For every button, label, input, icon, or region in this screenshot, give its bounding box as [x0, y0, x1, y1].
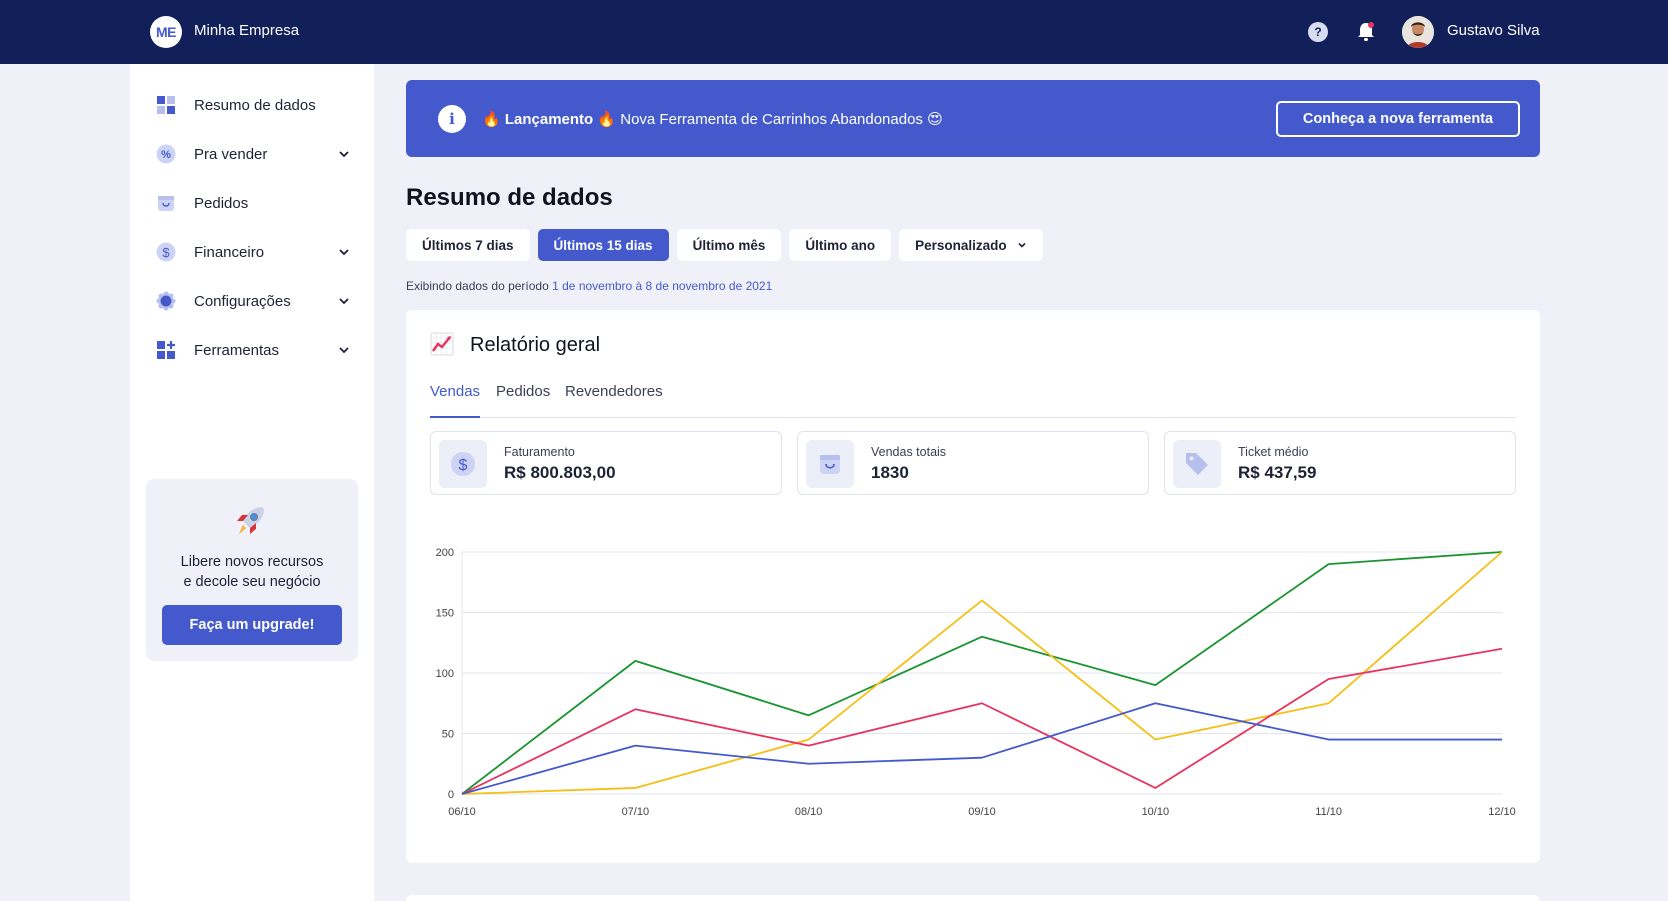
chevron-down-icon[interactable]	[338, 148, 350, 160]
upgrade-text: Libere novos recursos e decole seu negóc…	[156, 552, 348, 592]
top-bar: ME Minha Empresa ? Gustavo Silva	[0, 0, 1668, 64]
sidebar-item-pedidos[interactable]: Pedidos	[156, 189, 350, 217]
svg-text:$: $	[459, 457, 468, 474]
tab-pedidos[interactable]: Pedidos	[496, 383, 550, 400]
stat-label: Vendas totais	[871, 445, 947, 459]
period-15-days[interactable]: Últimos 15 dias	[537, 229, 669, 261]
avatar[interactable]	[1402, 16, 1434, 48]
stat-faturamento: $ Faturamento R$ 800.803,00	[430, 431, 782, 495]
sidebar-item-label: Configurações	[194, 292, 291, 310]
info-icon: i	[438, 105, 466, 133]
bell-icon[interactable]	[1356, 21, 1376, 43]
sidebar-item-label: Financeiro	[194, 243, 265, 261]
sales-line-chart: 0 50 100 150 200 06/10 07/10 08/10 09/10 10/10 11/…	[436, 547, 1516, 818]
sidebar-item-label: Resumo de dados	[194, 96, 316, 114]
period-last-year[interactable]: Último ano	[789, 229, 892, 261]
stat-label: Faturamento	[504, 445, 575, 459]
upgrade-line-1: Libere novos recursos	[180, 554, 324, 570]
active-tab-indicator	[430, 416, 480, 418]
heart-eyes-emoji: 😍	[927, 111, 943, 128]
tab-revendedores[interactable]: Revendedores	[565, 383, 663, 400]
dashboard-grid-icon	[156, 95, 176, 115]
sidebar-item-financeiro[interactable]: $ Financeiro	[156, 238, 350, 266]
x-tick-label: 12/10	[1488, 806, 1516, 818]
report-card: Relatório geral Vendas Pedidos Revendedo…	[406, 310, 1540, 863]
dollar-icon: $	[439, 440, 487, 488]
x-tick-label: 06/10	[448, 806, 476, 818]
next-card	[406, 895, 1540, 901]
y-tick-label: 100	[436, 668, 454, 680]
shopping-bag-icon	[806, 440, 854, 488]
user-name[interactable]: Gustavo Silva	[1447, 22, 1540, 39]
y-tick-label: 50	[442, 729, 454, 741]
company-name[interactable]: Minha Empresa	[194, 22, 299, 39]
svg-text:$: $	[162, 245, 170, 260]
period-custom-dropdown[interactable]: Personalizado	[899, 229, 1043, 261]
chart-increasing-icon	[430, 332, 454, 356]
fire-emoji: 🔥	[482, 111, 501, 128]
tag-icon	[1173, 440, 1221, 488]
sidebar-item-pra-vender[interactable]: % Pra vender	[156, 140, 350, 168]
upgrade-button[interactable]: Faça um upgrade!	[162, 605, 342, 645]
apps-plus-icon	[156, 340, 176, 360]
rocket-icon	[232, 503, 268, 539]
series-line-3	[461, 647, 1503, 795]
tab-vendas[interactable]: Vendas	[430, 383, 480, 400]
period-7-days[interactable]: Últimos 7 dias	[406, 229, 530, 261]
new-tool-button[interactable]: Conheça a nova ferramenta	[1276, 101, 1520, 137]
sidebar-item-label: Pra vender	[194, 145, 268, 163]
sidebar-item-label: Ferramentas	[194, 341, 280, 359]
sidebar: Resumo de dados % Pra vender Pedidos $ F…	[130, 64, 374, 901]
y-tick-label: 0	[448, 789, 454, 801]
question-circle-icon[interactable]: ?	[1308, 22, 1328, 42]
banner-message: Nova Ferramenta de Carrinhos Abandonados	[620, 111, 923, 128]
period-range: 1 de novembro à 8 de novembro de 2021	[552, 279, 773, 293]
percent-icon: %	[156, 144, 176, 164]
period-custom-label: Personalizado	[915, 237, 1007, 253]
sidebar-item-ferramentas[interactable]: Ferramentas	[156, 336, 350, 364]
report-tabs: Vendas Pedidos Revendedores	[430, 372, 1516, 418]
chevron-down-icon[interactable]	[338, 246, 350, 258]
stat-value: R$ 800.803,00	[504, 463, 616, 482]
chevron-down-icon	[1018, 242, 1026, 248]
stat-label: Ticket médio	[1238, 445, 1309, 459]
stat-value: R$ 437,59	[1238, 463, 1317, 482]
x-tick-label: 11/10	[1315, 806, 1342, 818]
sidebar-item-resumo[interactable]: Resumo de dados	[156, 91, 350, 119]
sidebar-item-configuracoes[interactable]: Configurações	[156, 287, 350, 315]
period-info: Exibindo dados do período 1 de novembro …	[406, 279, 772, 293]
banner-text: 🔥 Lançamento 🔥 Nova Ferramenta de Carrin…	[482, 110, 943, 128]
chevron-down-icon[interactable]	[338, 295, 350, 307]
stat-value: 1830	[871, 463, 909, 482]
chevron-down-icon[interactable]	[338, 344, 350, 356]
shopping-bag-icon	[156, 193, 176, 213]
y-tick-label: 150	[436, 608, 454, 620]
period-info-prefix: Exibindo dados do período	[406, 279, 549, 293]
svg-text:%: %	[161, 149, 171, 161]
gear-icon	[156, 291, 176, 311]
x-tick-label: 07/10	[622, 806, 650, 818]
sidebar-item-label: Pedidos	[194, 194, 249, 212]
x-tick-label: 09/10	[968, 806, 996, 818]
launch-banner: i 🔥 Lançamento 🔥 Nova Ferramenta de Carr…	[406, 80, 1540, 157]
company-logo[interactable]: ME	[150, 16, 182, 48]
report-title: Relatório geral	[470, 334, 601, 356]
upgrade-card: Libere novos recursos e decole seu negóc…	[146, 479, 358, 661]
period-filter: Últimos 7 dias Últimos 15 dias Último mê…	[406, 229, 1043, 261]
y-tick-label: 200	[436, 547, 454, 559]
banner-bold: Lançamento	[504, 111, 594, 128]
period-last-month[interactable]: Último mês	[676, 229, 782, 261]
fire-emoji: 🔥	[597, 111, 617, 128]
stat-ticket-medio: Ticket médio R$ 437,59	[1164, 431, 1516, 495]
x-tick-label: 08/10	[795, 806, 823, 818]
upgrade-line-2: e decole seu negócio	[183, 574, 321, 590]
x-tick-label: 10/10	[1142, 806, 1170, 818]
page-title: Resumo de dados	[406, 184, 613, 211]
stat-vendas-totais: Vendas totais 1830	[797, 431, 1149, 495]
dollar-icon: $	[156, 242, 176, 262]
